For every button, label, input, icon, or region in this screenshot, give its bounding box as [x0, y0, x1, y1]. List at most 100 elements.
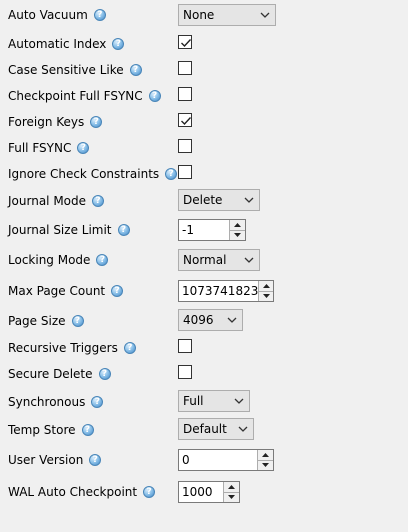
chevron-down-icon	[222, 310, 242, 330]
help-icon[interactable]: ?	[143, 486, 156, 498]
synchronous-select[interactable]: Full	[178, 390, 250, 412]
case-sensitive-like-label: Case Sensitive Like	[8, 63, 124, 77]
max-page-count-spinbox[interactable]: 1073741823	[178, 280, 274, 302]
help-icon[interactable]: ?	[123, 342, 136, 354]
row-user-version: User Version ? 0	[0, 447, 408, 473]
page-size-select[interactable]: 4096	[178, 309, 243, 331]
wal-auto-checkpoint-spinbox[interactable]: 1000	[178, 481, 240, 503]
auto-vacuum-label-group: Auto Vacuum ?	[8, 2, 106, 28]
help-icon[interactable]: ?	[129, 64, 142, 76]
user-version-spinbox[interactable]: 0	[178, 449, 274, 471]
locking-mode-label: Locking Mode	[8, 253, 91, 267]
help-icon[interactable]: ?	[91, 396, 104, 408]
spin-up-icon[interactable]	[230, 220, 245, 231]
wal-auto-checkpoint-value[interactable]: 1000	[179, 482, 223, 502]
spinner-buttons	[258, 281, 273, 301]
journal-mode-label-group: Journal Mode ?	[8, 188, 105, 214]
help-icon[interactable]: ?	[111, 285, 124, 297]
chevron-down-icon	[239, 190, 259, 210]
help-icon[interactable]: ?	[98, 368, 111, 380]
page-size-value: 4096	[183, 313, 214, 327]
wal-auto-checkpoint-label: WAL Auto Checkpoint	[8, 485, 138, 499]
user-version-value[interactable]: 0	[179, 450, 257, 470]
full-fsync-label-group: Full FSYNC ?	[8, 135, 90, 161]
automatic-index-label: Automatic Index	[8, 37, 107, 51]
help-icon[interactable]: ?	[71, 315, 84, 327]
spin-up-icon[interactable]	[258, 450, 273, 461]
check-icon	[181, 117, 192, 126]
secure-delete-checkbox[interactable]	[178, 365, 192, 379]
journal-mode-select[interactable]: Delete	[178, 189, 260, 211]
spinner-buttons	[223, 482, 239, 502]
synchronous-value: Full	[183, 394, 204, 408]
row-page-size: Page Size ? 4096	[0, 308, 408, 334]
journal-mode-value: Delete	[183, 193, 223, 207]
help-icon[interactable]: ?	[96, 254, 109, 266]
locking-mode-label-group: Locking Mode ?	[8, 247, 109, 273]
max-page-count-label-group: Max Page Count ?	[8, 278, 124, 304]
spin-up-icon[interactable]	[224, 482, 239, 493]
temp-store-label-group: Temp Store ?	[8, 417, 94, 443]
synchronous-label-group: Synchronous ?	[8, 389, 104, 415]
help-icon[interactable]: ?	[112, 38, 125, 50]
help-icon[interactable]: ?	[92, 195, 105, 207]
spinner-buttons	[257, 450, 273, 470]
foreign-keys-label: Foreign Keys	[8, 115, 85, 129]
recursive-triggers-checkbox[interactable]	[178, 339, 192, 353]
wal-auto-checkpoint-label-group: WAL Auto Checkpoint ?	[8, 479, 156, 505]
help-icon[interactable]: ?	[93, 9, 106, 21]
automatic-index-checkbox[interactable]	[178, 35, 192, 49]
recursive-triggers-label-group: Recursive Triggers ?	[8, 335, 136, 361]
help-icon[interactable]: ?	[148, 90, 161, 102]
help-icon[interactable]: ?	[117, 224, 130, 236]
spin-up-icon[interactable]	[259, 281, 273, 292]
locking-mode-value: Normal	[183, 253, 227, 267]
foreign-keys-checkbox[interactable]	[178, 113, 192, 127]
synchronous-label: Synchronous	[8, 395, 86, 409]
ignore-check-constraints-label: Ignore Check Constraints	[8, 167, 160, 181]
journal-size-limit-spinbox[interactable]: -1	[178, 219, 246, 241]
page-size-label-group: Page Size ?	[8, 308, 84, 334]
help-icon[interactable]: ?	[77, 142, 90, 154]
ignore-check-constraints-label-group: Ignore Check Constraints ?	[8, 161, 178, 187]
spin-down-icon[interactable]	[230, 230, 245, 240]
row-locking-mode: Locking Mode ? Normal	[0, 247, 408, 273]
spinner-buttons	[229, 220, 245, 240]
journal-mode-label: Journal Mode	[8, 194, 87, 208]
auto-vacuum-select[interactable]: None	[178, 4, 276, 26]
row-checkpoint-full-fsync: Checkpoint Full FSYNC ?	[0, 83, 408, 109]
row-journal-size-limit: Journal Size Limit ? -1	[0, 217, 408, 243]
journal-size-limit-label: Journal Size Limit	[8, 223, 112, 237]
checkpoint-full-fsync-label: Checkpoint Full FSYNC	[8, 89, 143, 103]
help-icon[interactable]: ?	[81, 424, 94, 436]
help-icon[interactable]: ?	[90, 116, 103, 128]
spin-down-icon[interactable]	[224, 492, 239, 502]
spin-down-icon[interactable]	[259, 291, 273, 301]
user-version-label-group: User Version ?	[8, 447, 102, 473]
help-icon[interactable]: ?	[89, 454, 102, 466]
checkpoint-full-fsync-checkbox[interactable]	[178, 87, 192, 101]
ignore-check-constraints-checkbox[interactable]	[178, 165, 192, 179]
temp-store-select[interactable]: Default	[178, 418, 254, 440]
row-case-sensitive-like: Case Sensitive Like ?	[0, 57, 408, 83]
row-secure-delete: Secure Delete ?	[0, 361, 408, 387]
case-sensitive-like-checkbox[interactable]	[178, 61, 192, 75]
spin-down-icon[interactable]	[258, 460, 273, 470]
help-icon[interactable]: ?	[165, 168, 178, 180]
case-sensitive-like-label-group: Case Sensitive Like ?	[8, 57, 142, 83]
row-temp-store: Temp Store ? Default	[0, 417, 408, 443]
page-size-label: Page Size	[8, 314, 66, 328]
max-page-count-label: Max Page Count	[8, 284, 106, 298]
row-ignore-check-constraints: Ignore Check Constraints ?	[0, 161, 408, 187]
journal-size-limit-value[interactable]: -1	[179, 220, 229, 240]
journal-size-limit-label-group: Journal Size Limit ?	[8, 217, 130, 243]
full-fsync-checkbox[interactable]	[178, 139, 192, 153]
auto-vacuum-value: None	[183, 8, 215, 22]
chevron-down-icon	[255, 5, 275, 25]
max-page-count-value[interactable]: 1073741823	[179, 281, 258, 301]
checkpoint-full-fsync-label-group: Checkpoint Full FSYNC ?	[8, 83, 161, 109]
locking-mode-select[interactable]: Normal	[178, 249, 260, 271]
secure-delete-label: Secure Delete	[8, 367, 93, 381]
secure-delete-label-group: Secure Delete ?	[8, 361, 111, 387]
row-wal-auto-checkpoint: WAL Auto Checkpoint ? 1000	[0, 479, 408, 505]
